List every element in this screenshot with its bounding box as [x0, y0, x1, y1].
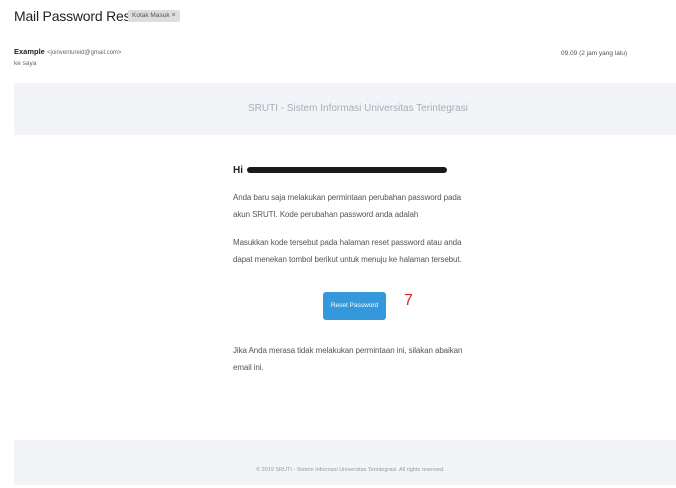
- email-paragraph: Masukkan kode tersebut pada halaman rese…: [233, 238, 462, 264]
- greeting: Hi: [233, 165, 447, 176]
- inbox-label-chip[interactable]: Kotak Masuk ×: [128, 10, 180, 22]
- email-footer: [14, 440, 676, 485]
- sender-email: <joinventureid@gmail.com>: [46, 50, 122, 56]
- inbox-label-text: Kotak Masuk: [132, 12, 170, 19]
- sender-row: Example <joinventureid@gmail.com>: [14, 47, 121, 56]
- footer-text: © 2019 SRUTI - Sistem Informasi Universi…: [256, 467, 445, 473]
- sender-name[interactable]: Example: [14, 47, 45, 56]
- greeting-text: Hi: [233, 165, 243, 176]
- email-timestamp: 09.09 (2 jam yang lalu): [561, 50, 628, 57]
- email-paragraph: Anda baru saja melakukan permintaan peru…: [233, 193, 462, 219]
- close-icon[interactable]: ×: [172, 12, 176, 19]
- button-annotation-number: 7: [404, 292, 413, 309]
- banner-title: SRUTI - Sistem Informasi Universitas Ter…: [248, 103, 468, 114]
- reset-password-button[interactable]: Reset Password: [323, 292, 386, 320]
- email-subject: Mail Password Reset: [14, 8, 142, 24]
- redacted-name: [247, 167, 447, 174]
- recipient-dropdown[interactable]: ke saya: [14, 60, 36, 67]
- email-paragraph: Jika Anda merasa tidak melakukan permint…: [233, 346, 463, 372]
